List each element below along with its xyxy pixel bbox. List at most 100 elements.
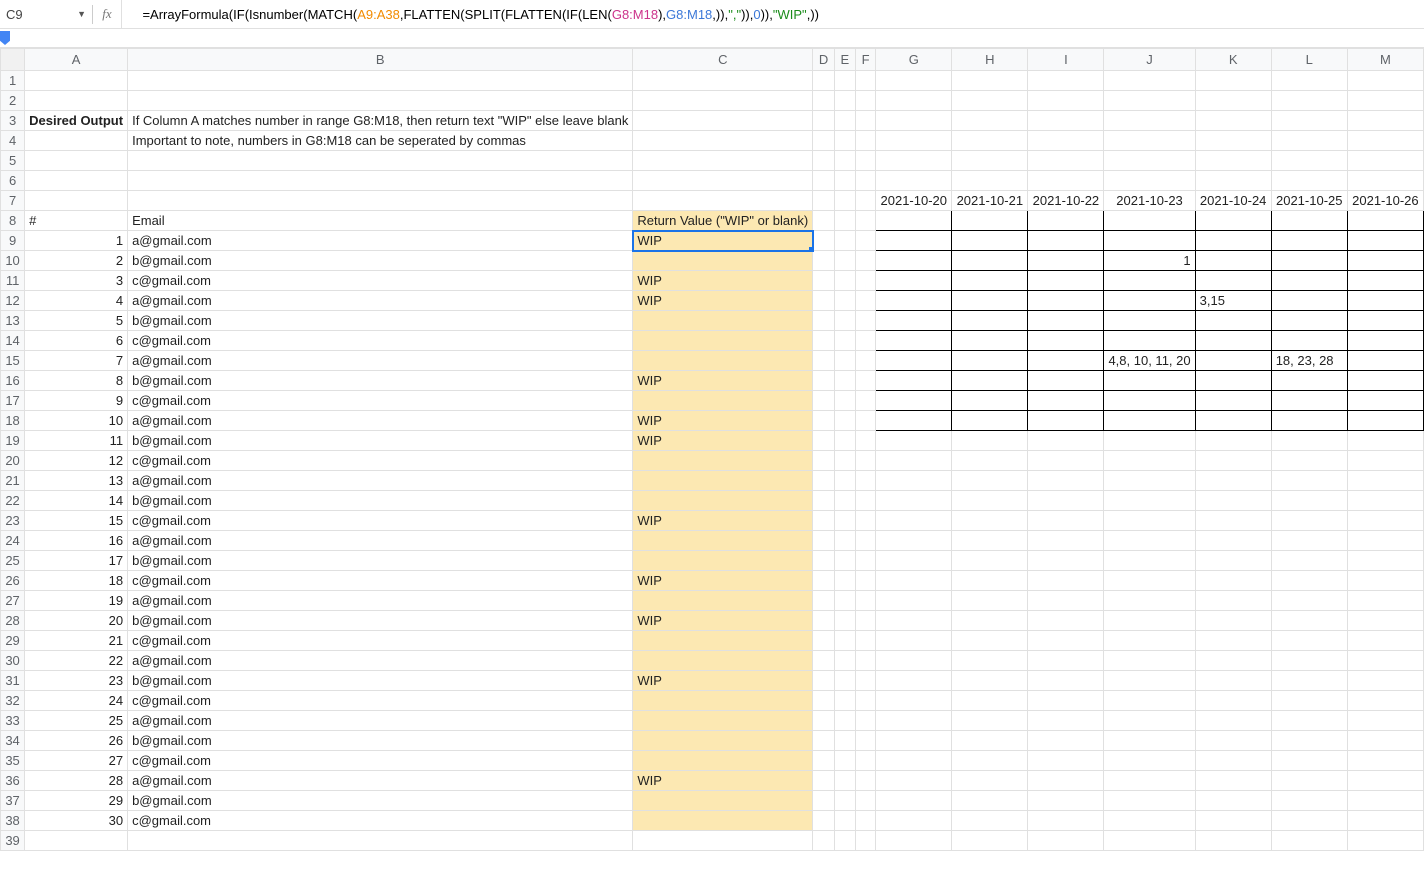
cell-I10[interactable] xyxy=(1028,251,1104,271)
cell-G22[interactable] xyxy=(876,491,952,511)
name-box[interactable]: C9 ▼ xyxy=(0,5,93,24)
cell-B15[interactable]: a@gmail.com xyxy=(128,351,633,371)
cell-J27[interactable] xyxy=(1104,591,1195,611)
cell-I30[interactable] xyxy=(1028,651,1104,671)
cell-H11[interactable] xyxy=(952,271,1028,291)
cell-F10[interactable] xyxy=(855,251,875,271)
cell-G25[interactable] xyxy=(876,551,952,571)
column-header-B[interactable]: B xyxy=(128,49,633,71)
cell-D39[interactable] xyxy=(813,831,835,851)
cell-M17[interactable] xyxy=(1347,391,1423,411)
cell-B3[interactable]: If Column A matches number in range G8:M… xyxy=(128,111,633,131)
row-header-12[interactable]: 12 xyxy=(1,291,25,311)
cell-B18[interactable]: a@gmail.com xyxy=(128,411,633,431)
cell-A32[interactable]: 24 xyxy=(25,691,128,711)
cell-I15[interactable] xyxy=(1028,351,1104,371)
cell-H27[interactable] xyxy=(952,591,1028,611)
cell-L3[interactable] xyxy=(1271,111,1347,131)
cell-E24[interactable] xyxy=(834,531,855,551)
cell-B11[interactable]: c@gmail.com xyxy=(128,271,633,291)
row-header-35[interactable]: 35 xyxy=(1,751,25,771)
cell-L22[interactable] xyxy=(1271,491,1347,511)
cell-J1[interactable] xyxy=(1104,71,1195,91)
column-header-I[interactable]: I xyxy=(1028,49,1104,71)
row-header-4[interactable]: 4 xyxy=(1,131,25,151)
cell-A1[interactable] xyxy=(25,71,128,91)
cell-E4[interactable] xyxy=(834,131,855,151)
cell-H21[interactable] xyxy=(952,471,1028,491)
cell-K22[interactable] xyxy=(1195,491,1271,511)
cell-H19[interactable] xyxy=(952,431,1028,451)
cell-L32[interactable] xyxy=(1271,691,1347,711)
cell-A12[interactable]: 4 xyxy=(25,291,128,311)
cell-K23[interactable] xyxy=(1195,511,1271,531)
cell-F24[interactable] xyxy=(855,531,875,551)
cell-M37[interactable] xyxy=(1347,791,1423,811)
cell-D21[interactable] xyxy=(813,471,835,491)
cell-F1[interactable] xyxy=(855,71,875,91)
cell-B38[interactable]: c@gmail.com xyxy=(128,811,633,831)
cell-I16[interactable] xyxy=(1028,371,1104,391)
cell-D16[interactable] xyxy=(813,371,835,391)
cell-A18[interactable]: 10 xyxy=(25,411,128,431)
cell-K39[interactable] xyxy=(1195,831,1271,851)
cell-D11[interactable] xyxy=(813,271,835,291)
cell-M10[interactable] xyxy=(1347,251,1423,271)
cell-D36[interactable] xyxy=(813,771,835,791)
cell-G28[interactable] xyxy=(876,611,952,631)
cell-F37[interactable] xyxy=(855,791,875,811)
cell-M32[interactable] xyxy=(1347,691,1423,711)
cell-B33[interactable]: a@gmail.com xyxy=(128,711,633,731)
cell-G27[interactable] xyxy=(876,591,952,611)
row-header-39[interactable]: 39 xyxy=(1,831,25,851)
cell-D35[interactable] xyxy=(813,751,835,771)
cell-K4[interactable] xyxy=(1195,131,1271,151)
cell-H10[interactable] xyxy=(952,251,1028,271)
cell-C33[interactable] xyxy=(633,711,813,731)
cell-M18[interactable] xyxy=(1347,411,1423,431)
cell-F25[interactable] xyxy=(855,551,875,571)
cell-C8[interactable]: Return Value ("WIP" or blank) xyxy=(633,211,813,231)
cell-E33[interactable] xyxy=(834,711,855,731)
cell-L23[interactable] xyxy=(1271,511,1347,531)
cell-H28[interactable] xyxy=(952,611,1028,631)
cell-G36[interactable] xyxy=(876,771,952,791)
cell-D3[interactable] xyxy=(813,111,835,131)
cell-C15[interactable] xyxy=(633,351,813,371)
cell-A2[interactable] xyxy=(25,91,128,111)
cell-C14[interactable] xyxy=(633,331,813,351)
cell-F16[interactable] xyxy=(855,371,875,391)
row-header-3[interactable]: 3 xyxy=(1,111,25,131)
cell-B25[interactable]: b@gmail.com xyxy=(128,551,633,571)
cell-D26[interactable] xyxy=(813,571,835,591)
cell-L34[interactable] xyxy=(1271,731,1347,751)
cell-K37[interactable] xyxy=(1195,791,1271,811)
cell-H37[interactable] xyxy=(952,791,1028,811)
cell-I8[interactable] xyxy=(1028,211,1104,231)
cell-H35[interactable] xyxy=(952,751,1028,771)
cell-L36[interactable] xyxy=(1271,771,1347,791)
cell-G15[interactable] xyxy=(876,351,952,371)
cell-G6[interactable] xyxy=(876,171,952,191)
cell-C26[interactable]: WIP xyxy=(633,571,813,591)
cell-G32[interactable] xyxy=(876,691,952,711)
cell-I12[interactable] xyxy=(1028,291,1104,311)
cell-L14[interactable] xyxy=(1271,331,1347,351)
cell-E27[interactable] xyxy=(834,591,855,611)
cell-C38[interactable] xyxy=(633,811,813,831)
cell-J3[interactable] xyxy=(1104,111,1195,131)
cell-E22[interactable] xyxy=(834,491,855,511)
cell-G21[interactable] xyxy=(876,471,952,491)
cell-L28[interactable] xyxy=(1271,611,1347,631)
cell-G23[interactable] xyxy=(876,511,952,531)
cell-D17[interactable] xyxy=(813,391,835,411)
cell-B37[interactable]: b@gmail.com xyxy=(128,791,633,811)
cell-M4[interactable] xyxy=(1347,131,1423,151)
cell-B19[interactable]: b@gmail.com xyxy=(128,431,633,451)
spreadsheet-grid[interactable]: ABCDEFGHIJKLM123Desired OutputIf Column … xyxy=(0,48,1424,851)
cell-H23[interactable] xyxy=(952,511,1028,531)
cell-F12[interactable] xyxy=(855,291,875,311)
cell-B14[interactable]: c@gmail.com xyxy=(128,331,633,351)
cell-D29[interactable] xyxy=(813,631,835,651)
cell-D7[interactable] xyxy=(813,191,835,211)
